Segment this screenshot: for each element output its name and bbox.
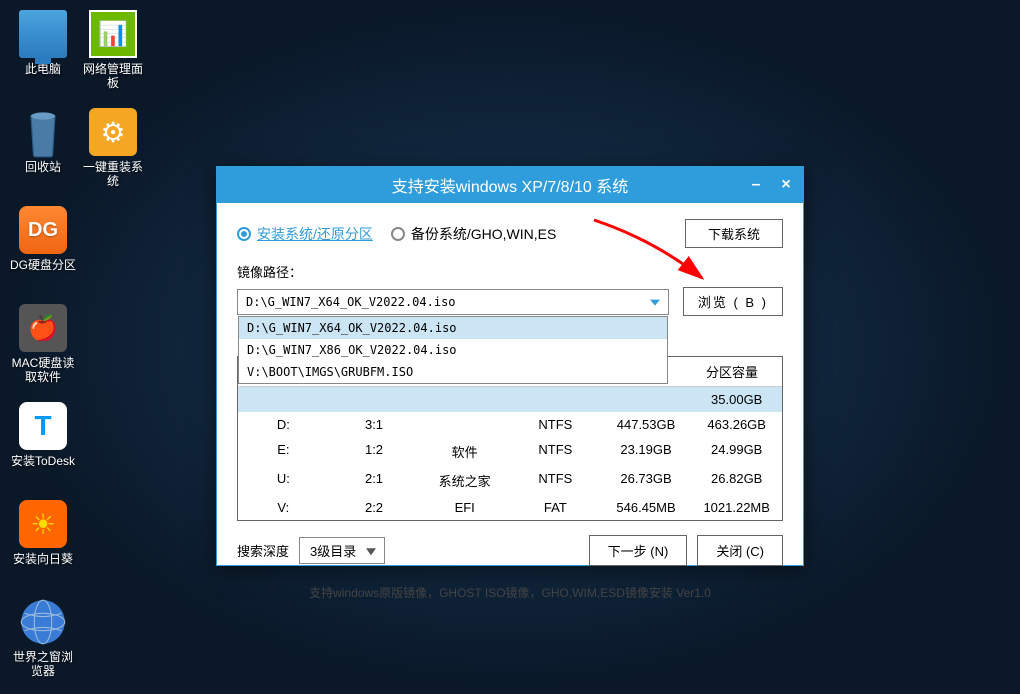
- download-button[interactable]: 下载系统: [685, 219, 783, 248]
- icon-label: 安装向日葵: [8, 552, 78, 566]
- gear-icon: ⚙: [89, 108, 137, 156]
- trash-icon: [19, 108, 67, 156]
- depth-value: 3级目录: [310, 544, 356, 559]
- desktop-icon-reinstall[interactable]: ⚙ 一键重装系统: [78, 108, 148, 189]
- cell-idx: 2:2: [329, 495, 420, 520]
- cell-idx: 1:2: [329, 437, 420, 466]
- todesk-icon: T: [19, 402, 67, 450]
- radio-backup[interactable]: 备份系统/GHO,WIN,ES: [391, 224, 556, 244]
- radio-label: 备份系统/GHO,WIN,ES: [411, 224, 556, 244]
- cell-drive: D:: [238, 412, 329, 437]
- browse-button[interactable]: 浏览 ( B ): [683, 287, 783, 316]
- table-row[interactable]: 35.00GB: [238, 387, 782, 412]
- combo-value: D:\G_WIN7_X64_OK_V2022.04.iso: [246, 295, 456, 309]
- cell-total: 35.00GB: [691, 387, 782, 412]
- dropdown-option[interactable]: V:\BOOT\IMGS\GRUBFM.ISO: [239, 361, 667, 383]
- desktop-icon-browser[interactable]: 世界之窗浏览器: [8, 598, 78, 679]
- next-button[interactable]: 下一步 (N): [589, 535, 688, 566]
- cell-used: 26.73GB: [601, 466, 692, 495]
- minimize-button[interactable]: –: [747, 176, 765, 194]
- titlebar[interactable]: 支持安装windows XP/7/8/10 系统 – ×: [217, 167, 803, 203]
- cell-total: 26.82GB: [691, 466, 782, 495]
- dropdown-option[interactable]: D:\G_WIN7_X64_OK_V2022.04.iso: [239, 317, 667, 339]
- cell-name: 系统之家: [419, 466, 510, 495]
- cell-used: 447.53GB: [601, 412, 692, 437]
- dropdown-list: D:\G_WIN7_X64_OK_V2022.04.iso D:\G_WIN7_…: [238, 316, 668, 384]
- cell-used: 546.45MB: [601, 495, 692, 520]
- cell-fs: NTFS: [510, 437, 601, 466]
- cell-total: 463.26GB: [691, 412, 782, 437]
- cell-total: 1021.22MB: [691, 495, 782, 520]
- path-label: 镜像路径：: [237, 262, 783, 281]
- footer-text: 支持windows原版镜像，GHOST ISO镜像，GHO,WIM,ESD镜像安…: [217, 576, 803, 609]
- desktop-icon-sunflower[interactable]: ☀ 安装向日葵: [8, 500, 78, 566]
- radio-icon: [391, 227, 405, 241]
- icon-label: 世界之窗浏览器: [8, 650, 78, 679]
- radio-label: 安装系统/还原分区: [257, 224, 373, 244]
- depth-select[interactable]: 3级目录: [299, 537, 385, 564]
- col-capacity: 分区容量: [682, 357, 782, 386]
- table-row[interactable]: D: 3:1 NTFS 447.53GB 463.26GB: [238, 412, 782, 437]
- cell-total: 24.99GB: [691, 437, 782, 466]
- sunflower-icon: ☀: [19, 500, 67, 548]
- close-button[interactable]: ×: [777, 176, 795, 194]
- apple-icon: 🍎: [19, 304, 67, 352]
- depth-label: 搜索深度: [237, 541, 289, 560]
- desktop-icon-this-pc[interactable]: 此电脑: [8, 10, 78, 76]
- icon-label: DG硬盘分区: [8, 258, 78, 272]
- dropdown-option[interactable]: D:\G_WIN7_X86_OK_V2022.04.iso: [239, 339, 667, 361]
- image-path-combo[interactable]: D:\G_WIN7_X64_OK_V2022.04.iso D:\G_WIN7_…: [237, 289, 669, 315]
- cell-name: [419, 412, 510, 437]
- radio-install[interactable]: 安装系统/还原分区: [237, 224, 373, 244]
- icon-label: 安装ToDesk: [8, 454, 78, 468]
- cell-idx: 2:1: [329, 466, 420, 495]
- cell-drive: E:: [238, 437, 329, 466]
- icon-label: 网络管理面板: [78, 62, 148, 91]
- table-row[interactable]: E: 1:2 软件 NTFS 23.19GB 24.99GB: [238, 437, 782, 466]
- globe-icon: [19, 598, 67, 646]
- icon-label: 一键重装系统: [78, 160, 148, 189]
- dg-icon: DG: [19, 206, 67, 254]
- table-row[interactable]: V: 2:2 EFI FAT 546.45MB 1021.22MB: [238, 495, 782, 520]
- installer-window: 支持安装windows XP/7/8/10 系统 – × 安装系统/还原分区 备…: [216, 166, 804, 566]
- cell-used: 23.19GB: [601, 437, 692, 466]
- cell-idx: 3:1: [329, 412, 420, 437]
- icon-label: 此电脑: [8, 62, 78, 76]
- cell-name: EFI: [419, 495, 510, 520]
- cell-fs: NTFS: [510, 466, 601, 495]
- panel-icon: 📊: [89, 10, 137, 58]
- icon-label: 回收站: [8, 160, 78, 174]
- cell-name: 软件: [419, 437, 510, 466]
- desktop-icon-netpanel[interactable]: 📊 网络管理面板: [78, 10, 148, 91]
- cell-drive: U:: [238, 466, 329, 495]
- desktop-icon-mac[interactable]: 🍎 MAC硬盘读取软件: [8, 304, 78, 385]
- cell-fs: FAT: [510, 495, 601, 520]
- window-title: 支持安装windows XP/7/8/10 系统: [392, 173, 629, 197]
- cell-fs: NTFS: [510, 412, 601, 437]
- table-row[interactable]: U: 2:1 系统之家 NTFS 26.73GB 26.82GB: [238, 466, 782, 495]
- desktop-icon-recycle[interactable]: 回收站: [8, 108, 78, 174]
- desktop-icon-todesk[interactable]: T 安装ToDesk: [8, 402, 78, 468]
- desktop-icon-dg[interactable]: DG DG硬盘分区: [8, 206, 78, 272]
- close-window-button[interactable]: 关闭 (C): [697, 535, 783, 566]
- icon-label: MAC硬盘读取软件: [8, 356, 78, 385]
- radio-icon: [237, 227, 251, 241]
- monitor-icon: [19, 10, 67, 58]
- cell-drive: V:: [238, 495, 329, 520]
